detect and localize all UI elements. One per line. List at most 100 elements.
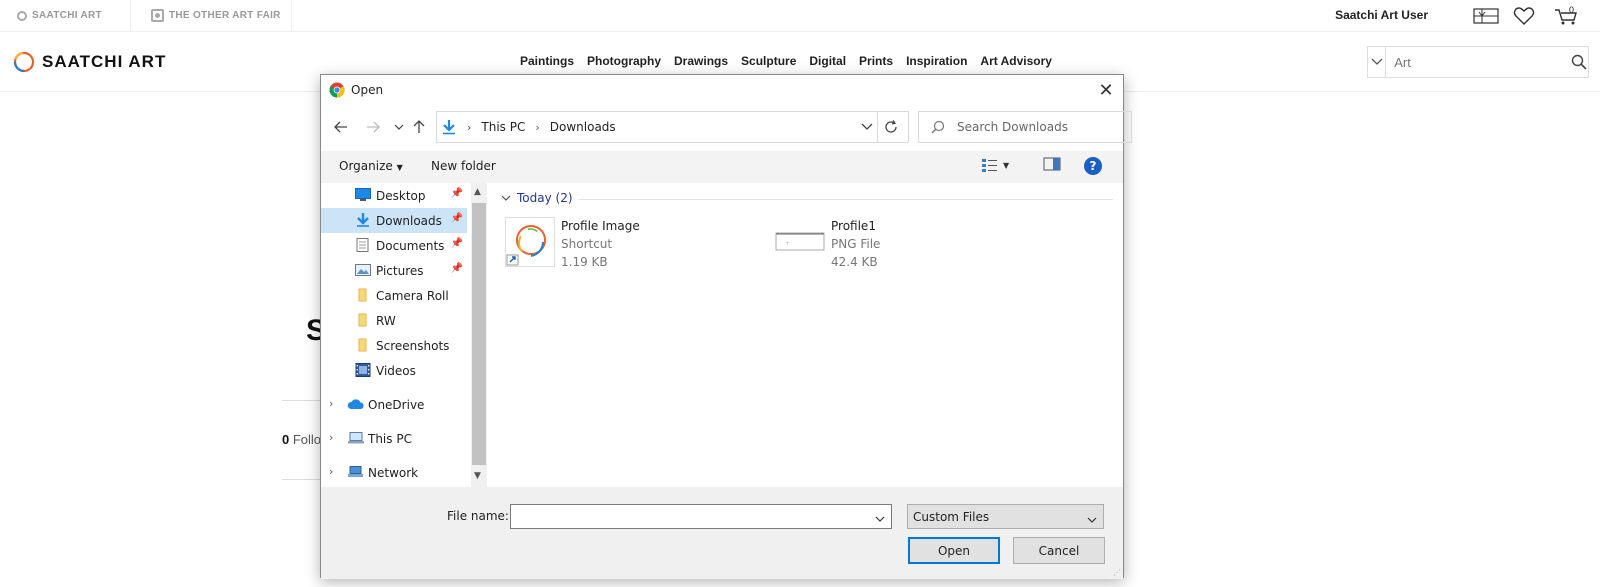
organize-button[interactable]: Organize ▼ — [339, 159, 403, 173]
up-button[interactable] — [409, 117, 429, 137]
filter-dropdown[interactable] — [1087, 512, 1097, 526]
nav-drawings[interactable]: Drawings — [674, 54, 728, 68]
nav-digital[interactable]: Digital — [809, 54, 846, 68]
dialog-footer: File name: Custom Files Open Cancel ⋰ — [321, 487, 1123, 579]
open-file-dialog: Open ✕ › This PC › Downloads Search Down… — [320, 74, 1132, 579]
file-name-dropdown[interactable] — [875, 511, 885, 525]
group-header-today[interactable]: Today (2) — [501, 191, 573, 205]
nav-paintings[interactable]: Paintings — [520, 54, 574, 68]
nav-camera-roll[interactable]: Camera Roll — [321, 283, 467, 308]
nav-pictures[interactable]: Pictures 📌 — [321, 258, 467, 283]
help-button[interactable]: ? — [1084, 157, 1102, 175]
nav-documents[interactable]: Documents 📌 — [321, 233, 467, 258]
pin-icon: 📌 — [450, 238, 463, 249]
address-row: › This PC › Downloads Search Downloads — [321, 111, 1132, 143]
chevron-down-icon — [1087, 517, 1097, 523]
breadcrumb-this-pc[interactable]: This PC — [481, 120, 525, 134]
search-category-dropdown[interactable] — [1368, 47, 1387, 77]
scroll-down-icon[interactable]: ▼ — [474, 471, 481, 481]
arrow-left-icon — [334, 121, 347, 133]
chevron-down-icon — [394, 124, 404, 130]
resize-grip-icon[interactable]: ⋰ — [1113, 568, 1121, 577]
nav-this-pc-label: This PC — [368, 432, 412, 446]
search-button[interactable] — [1570, 47, 1588, 77]
forward-button[interactable] — [363, 117, 383, 137]
nav-rw-label: RW — [376, 314, 396, 328]
new-folder-button[interactable]: New folder — [431, 159, 496, 173]
open-button[interactable]: Open — [908, 537, 1000, 564]
nav-photography[interactable]: Photography — [587, 54, 661, 68]
recent-locations-button[interactable] — [389, 117, 409, 137]
cart-icon[interactable]: 0 — [1552, 5, 1580, 27]
user-name-link[interactable]: Saatchi Art User — [1335, 8, 1428, 22]
nav-videos-label: Videos — [376, 364, 416, 378]
address-bar[interactable]: › This PC › Downloads — [436, 111, 878, 143]
chevron-right-icon: › — [329, 431, 334, 444]
nav-pane-scrollbar[interactable]: ▲ ▼ — [471, 183, 487, 487]
nav-videos[interactable]: Videos — [321, 358, 467, 383]
file-thumbnail: + — [775, 217, 825, 267]
brand-other-art-fair-label: THE OTHER ART FAIR — [169, 10, 281, 21]
scrollbar-thumb[interactable] — [472, 203, 486, 465]
pin-icon: 📌 — [450, 213, 463, 224]
cancel-button[interactable]: Cancel — [1013, 537, 1105, 564]
nav-desktop[interactable]: Desktop 📌 — [321, 183, 467, 208]
nav-screenshots[interactable]: Screenshots — [321, 333, 467, 358]
nav-camera-roll-label: Camera Roll — [376, 289, 449, 303]
nav-sculpture[interactable]: Sculpture — [741, 54, 796, 68]
heart-icon[interactable] — [1510, 5, 1538, 27]
dialog-toolbar: Organize ▼ New folder ▼ ? — [321, 151, 1123, 183]
dialog-title: Open — [351, 83, 384, 97]
refresh-button[interactable] — [873, 111, 909, 143]
chevron-down-icon — [875, 516, 885, 522]
breadcrumb-downloads[interactable]: Downloads — [550, 120, 616, 134]
view-list-icon — [982, 159, 997, 172]
nav-desktop-label: Desktop — [376, 189, 426, 203]
preview-pane-button[interactable] — [1043, 157, 1061, 171]
svg-text:+: + — [785, 240, 790, 247]
view-options-button[interactable]: ▼ — [981, 157, 1009, 173]
site-search — [1367, 46, 1589, 78]
site-search-input[interactable] — [1386, 47, 1571, 77]
nav-art-advisory[interactable]: Art Advisory — [980, 54, 1052, 68]
site-topbar: SAATCHI ART THE OTHER ART FAIR Saatchi A… — [0, 0, 1600, 32]
close-button[interactable]: ✕ — [1095, 79, 1117, 101]
scroll-up-icon[interactable]: ▲ — [474, 187, 481, 197]
file-item[interactable]: + Profile1 PNG File 42.4 KB — [775, 217, 1015, 271]
address-history-dropdown[interactable] — [861, 120, 873, 134]
divider — [282, 400, 322, 401]
file-name-input[interactable] — [510, 504, 892, 529]
folder-icon — [358, 338, 367, 352]
file-item[interactable]: Profile Image Shortcut 1.19 KB — [505, 217, 745, 271]
nav-documents-label: Documents — [376, 239, 445, 253]
chevron-down-icon — [501, 195, 511, 201]
file-type: PNG File — [831, 237, 881, 251]
help-icon: ? — [1084, 157, 1102, 175]
nav-prints[interactable]: Prints — [859, 54, 893, 68]
dialog-titlebar[interactable]: Open — [321, 75, 1123, 105]
nav-inspiration[interactable]: Inspiration — [906, 54, 967, 68]
file-name: Profile Image — [561, 219, 640, 233]
nav-rw[interactable]: RW — [321, 308, 467, 333]
divider — [282, 479, 322, 480]
desktop-icon — [355, 188, 371, 201]
nav-onedrive-label: OneDrive — [368, 398, 425, 412]
gift-card-icon[interactable] — [1472, 5, 1500, 27]
png-thumbnail-icon: + — [775, 232, 825, 251]
search-downloads-field[interactable]: Search Downloads — [918, 111, 1132, 143]
saatchi-art-link[interactable]: SAATCHI ART — [17, 0, 102, 31]
arrow-up-icon — [413, 120, 425, 133]
refresh-icon — [884, 120, 897, 133]
pin-icon: 📌 — [450, 188, 463, 199]
pin-icon: 📌 — [450, 263, 463, 274]
nav-this-pc[interactable]: › This PC — [321, 426, 467, 451]
arrow-right-icon — [367, 121, 380, 133]
nav-network[interactable]: › Network — [321, 460, 467, 485]
other-art-fair-link[interactable]: THE OTHER ART FAIR — [151, 0, 281, 31]
nav-onedrive[interactable]: › OneDrive — [321, 392, 467, 417]
file-type-filter[interactable]: Custom Files — [907, 504, 1104, 529]
nav-downloads[interactable]: Downloads 📌 — [321, 208, 467, 233]
back-button[interactable] — [331, 117, 351, 137]
saatchi-logo[interactable]: SAATCHI ART — [12, 50, 166, 74]
cart-count: 0 — [1568, 5, 1574, 15]
